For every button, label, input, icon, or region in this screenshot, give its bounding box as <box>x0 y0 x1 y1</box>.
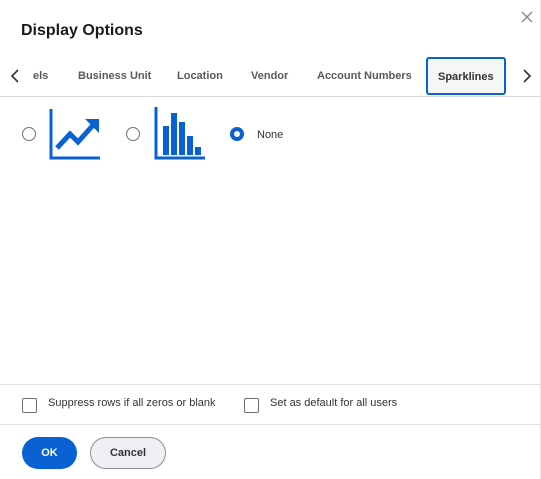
chevron-right-icon[interactable] <box>519 66 535 86</box>
divider <box>0 384 541 385</box>
sparkline-none-radio[interactable] <box>230 127 244 141</box>
tab-levels[interactable]: els <box>33 56 48 96</box>
divider <box>0 424 541 425</box>
tab-business-unit[interactable]: Business Unit <box>78 56 151 96</box>
suppress-rows-label: Suppress rows if all zeros or blank <box>48 397 216 409</box>
tab-location[interactable]: Location <box>177 56 223 96</box>
tab-vendor[interactable]: Vendor <box>251 56 288 96</box>
dialog-title: Display Options <box>21 22 143 39</box>
chevron-left-icon[interactable] <box>7 66 23 86</box>
tab-bar: els Business Unit Location Vendor Accoun… <box>0 56 541 97</box>
suppress-rows-checkbox[interactable] <box>22 398 37 413</box>
bar-chart-icon[interactable] <box>153 106 207 167</box>
ok-button[interactable]: OK <box>22 437 77 469</box>
set-default-checkbox[interactable] <box>244 398 259 413</box>
none-option-label: None <box>257 129 284 141</box>
display-options-dialog: Display Options els Business Unit Locati… <box>0 0 541 479</box>
tab-account-numbers[interactable]: Account Numbers <box>317 56 412 96</box>
sparkline-bar-radio[interactable] <box>126 127 140 141</box>
cancel-button[interactable]: Cancel <box>90 437 166 469</box>
tab-sparklines[interactable]: Sparklines <box>426 57 506 95</box>
line-chart-icon[interactable] <box>48 108 102 167</box>
set-default-label: Set as default for all users <box>270 397 398 409</box>
close-icon[interactable] <box>518 8 536 26</box>
sparkline-line-radio[interactable] <box>22 127 36 141</box>
